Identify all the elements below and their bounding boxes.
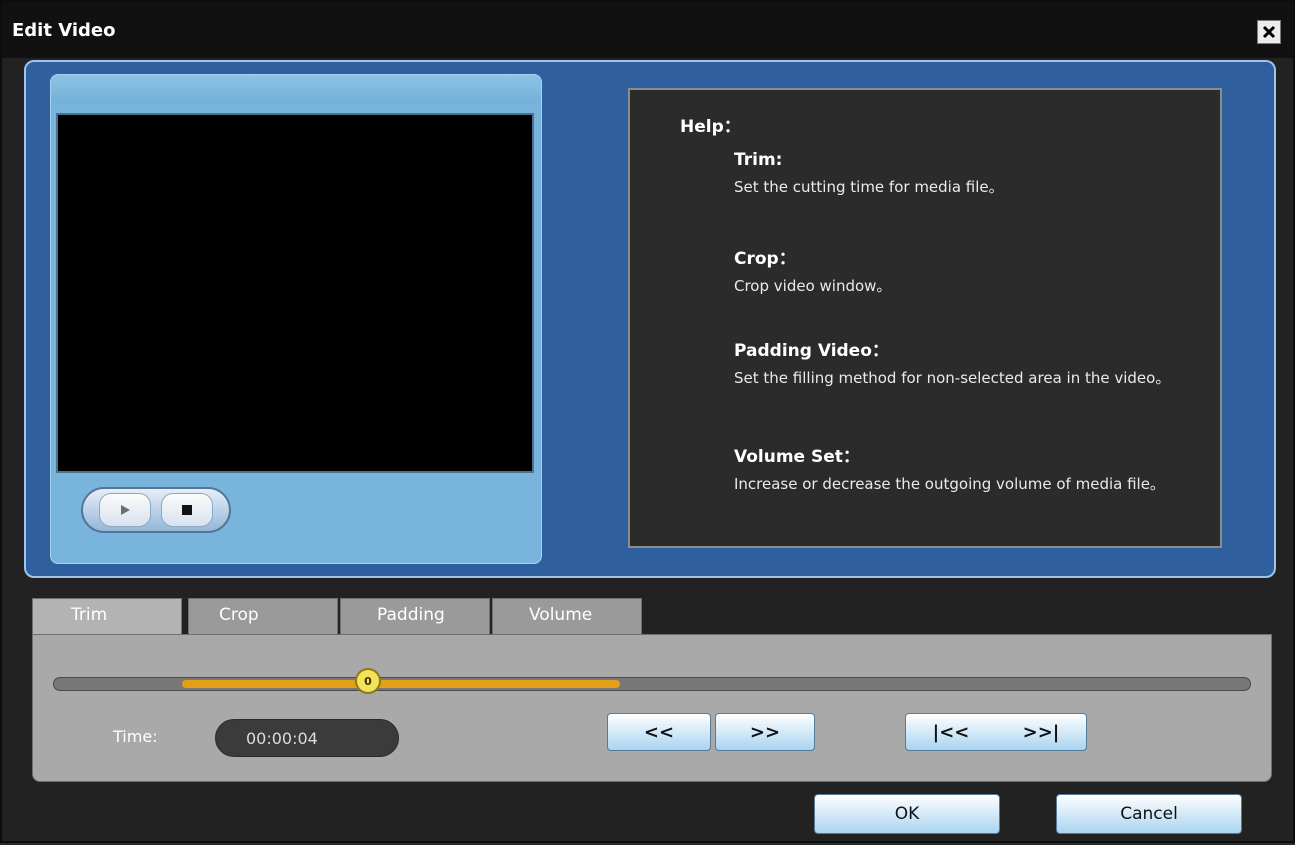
- step-back-button[interactable]: <<: [607, 713, 711, 751]
- cancel-button[interactable]: Cancel: [1056, 794, 1242, 834]
- help-item-title: Crop：: [734, 249, 796, 269]
- help-panel: Help： Trim: Set the cutting time for med…: [628, 88, 1222, 548]
- time-label: Time:: [113, 727, 158, 746]
- help-item-desc: Increase or decrease the outgoing volume…: [734, 475, 1165, 493]
- ok-button[interactable]: OK: [814, 794, 1000, 834]
- play-button[interactable]: [99, 493, 151, 527]
- help-item-desc: Crop video window。: [734, 277, 892, 295]
- slider-knob-label: 0: [364, 674, 372, 688]
- playback-controls: [81, 487, 231, 533]
- help-title: Help：: [680, 117, 741, 137]
- edit-controls-area: Trim Crop Padding Volume 0 Time: 00:00:0…: [2, 598, 1295, 845]
- video-preview-frame: [50, 74, 542, 564]
- tab-volume[interactable]: Volume: [492, 598, 642, 634]
- help-item-desc: Set the filling method for non-selected …: [734, 369, 1171, 387]
- ok-label: OK: [894, 804, 920, 824]
- trim-slider-track[interactable]: [53, 677, 1251, 691]
- tab-label: Trim: [71, 605, 108, 625]
- time-display: 00:00:04: [215, 719, 399, 757]
- stop-button[interactable]: [161, 493, 213, 527]
- tab-label: Padding: [377, 605, 445, 625]
- edit-video-window: Edit Video Help： Trim: Set the cutting t…: [0, 0, 1295, 843]
- help-item-crop: Crop： Crop video window。: [734, 244, 1204, 297]
- trim-selected-range: [182, 680, 620, 688]
- video-screen: [56, 113, 534, 473]
- play-icon: [121, 505, 130, 515]
- cancel-label: Cancel: [1120, 804, 1178, 824]
- close-icon: [1262, 25, 1276, 39]
- stop-icon: [182, 505, 192, 515]
- tab-trim[interactable]: Trim: [32, 598, 182, 634]
- video-frame-header: [51, 75, 541, 103]
- help-item-padding-video: Padding Video： Set the filling method fo…: [734, 336, 1204, 389]
- title-bar: Edit Video: [2, 2, 1293, 58]
- window-title: Edit Video: [12, 20, 116, 41]
- help-item-title: Trim:: [734, 150, 783, 170]
- trim-tab-panel: 0 Time: 00:00:04 << >> |<< >>|: [32, 634, 1272, 782]
- help-item-title: Volume Set：: [734, 447, 860, 467]
- tab-padding[interactable]: Padding: [340, 598, 490, 634]
- set-trim-points-button[interactable]: |<< >>|: [905, 713, 1087, 751]
- help-item-volume-set: Volume Set： Increase or decrease the out…: [734, 442, 1204, 495]
- step-forward-button[interactable]: >>: [715, 713, 815, 751]
- set-end-label: >>|: [1022, 721, 1060, 743]
- tab-label: Crop: [219, 605, 259, 625]
- set-start-label: |<<: [932, 721, 970, 743]
- trim-slider-knob[interactable]: 0: [355, 668, 381, 694]
- tab-label: Volume: [529, 605, 593, 625]
- step-back-label: <<: [643, 721, 675, 743]
- tab-crop[interactable]: Crop: [188, 598, 338, 634]
- help-item-title: Padding Video：: [734, 341, 889, 361]
- help-item-desc: Set the cutting time for media file。: [734, 178, 1004, 196]
- close-button[interactable]: [1257, 20, 1281, 44]
- help-item-trim: Trim: Set the cutting time for media fil…: [734, 150, 1204, 198]
- step-forward-label: >>: [749, 721, 781, 743]
- preview-and-help-panel: Help： Trim: Set the cutting time for med…: [24, 60, 1276, 578]
